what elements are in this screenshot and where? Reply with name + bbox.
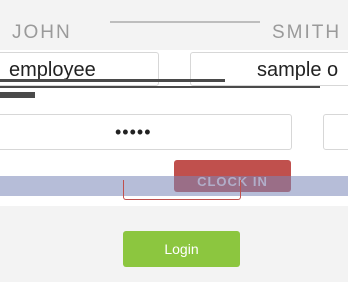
render-glitch-line <box>0 86 320 88</box>
render-glitch-line <box>0 92 35 98</box>
title-divider <box>110 21 260 23</box>
pin-input[interactable] <box>323 114 348 150</box>
first-name-label: JOHN <box>12 22 72 43</box>
last-name-label: SMITH <box>272 22 342 43</box>
password-input[interactable]: ••••• <box>0 114 292 150</box>
login-button[interactable]: Login <box>123 231 240 267</box>
render-glitch-line <box>0 79 225 82</box>
secondary-button-outline[interactable] <box>123 180 241 200</box>
